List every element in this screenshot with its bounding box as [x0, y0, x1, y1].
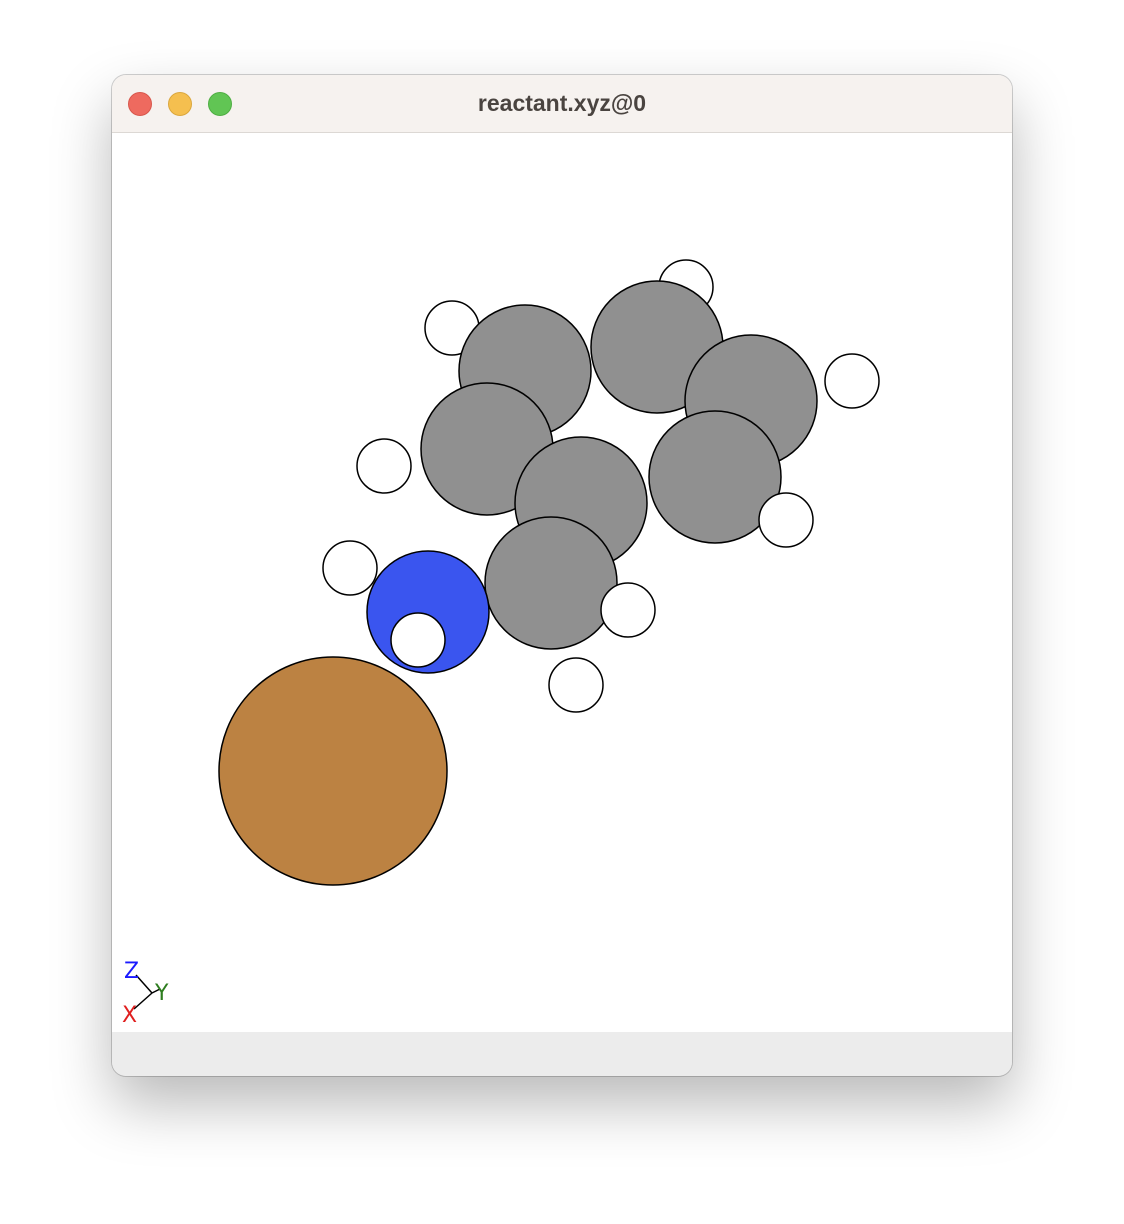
hydrogen-atom[interactable]: [390, 612, 446, 668]
hydrogen-atom[interactable]: [356, 438, 412, 494]
hydrogen-atom[interactable]: [322, 540, 378, 596]
viewer-window: reactant.xyz@0 Z Y X: [112, 75, 1012, 1076]
carbon-atom[interactable]: [484, 516, 618, 650]
status-bar: [112, 1032, 1012, 1076]
axis-triad: Z Y X: [122, 959, 169, 1028]
title-bar[interactable]: reactant.xyz@0: [112, 75, 1012, 133]
y-axis-label: Y: [154, 981, 169, 1006]
molecule-view[interactable]: Z Y X: [112, 133, 1012, 1032]
hydrogen-atom[interactable]: [600, 582, 656, 638]
hydrogen-atom[interactable]: [548, 657, 604, 713]
molecule-canvas[interactable]: Z Y X: [112, 133, 1012, 1032]
hydrogen-atom[interactable]: [758, 492, 814, 548]
x-axis-label: X: [122, 1003, 137, 1028]
copper-atom[interactable]: [218, 656, 448, 886]
window-title: reactant.xyz@0: [477, 90, 647, 116]
z-axis-label: Z: [124, 959, 139, 984]
hydrogen-atom[interactable]: [824, 353, 880, 409]
